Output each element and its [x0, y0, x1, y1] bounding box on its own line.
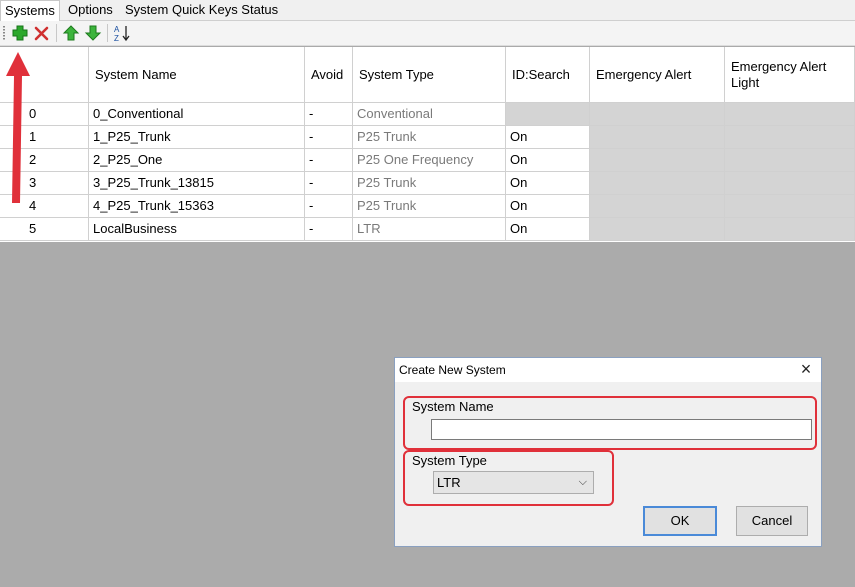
create-new-system-dialog: Create New System × System Name System T… [394, 357, 822, 547]
row-emergency-alert-light[interactable] [725, 218, 855, 241]
row-avoid[interactable]: - [305, 195, 353, 218]
system-type-label: System Type [412, 453, 487, 468]
dialog-title: Create New System [399, 363, 506, 377]
row-id-search[interactable]: On [506, 172, 590, 195]
row-id-search[interactable]: On [506, 195, 590, 218]
svg-text:Z: Z [114, 34, 119, 42]
row-system-type[interactable]: P25 Trunk [353, 195, 506, 218]
row-avoid[interactable]: - [305, 149, 353, 172]
toolbar-separator [107, 24, 108, 42]
row-system-name[interactable]: 0_Conventional [89, 103, 305, 126]
row-system-name[interactable]: 3_P25_Trunk_13815 [89, 172, 305, 195]
column-header-id-search[interactable]: ID:Search [506, 47, 590, 103]
row-system-type[interactable]: P25 One Frequency [353, 149, 506, 172]
row-emergency-alert[interactable] [590, 172, 725, 195]
row-emergency-alert-light[interactable] [725, 172, 855, 195]
row-id-search[interactable]: On [506, 218, 590, 241]
row-system-name[interactable]: 1_P25_Trunk [89, 126, 305, 149]
system-type-value: LTR [437, 475, 461, 490]
annotation-arrow [6, 52, 30, 203]
row-emergency-alert[interactable] [590, 195, 725, 218]
tab-system-quick-keys-status[interactable]: System Quick Keys Status [121, 0, 282, 19]
row-emergency-alert-light[interactable] [725, 103, 855, 126]
close-icon[interactable]: × [797, 360, 815, 378]
system-name-input[interactable] [431, 419, 812, 440]
move-down-icon[interactable] [84, 24, 102, 42]
row-avoid[interactable]: - [305, 103, 353, 126]
row-id-search[interactable]: On [506, 149, 590, 172]
row-emergency-alert[interactable] [590, 149, 725, 172]
column-header-system-type[interactable]: System Type [353, 47, 506, 103]
tab-options[interactable]: Options [64, 0, 117, 19]
row-avoid[interactable]: - [305, 172, 353, 195]
row-system-name[interactable]: 2_P25_One [89, 149, 305, 172]
row-system-name[interactable]: LocalBusiness [89, 218, 305, 241]
toolbar: A Z [0, 21, 855, 46]
row-emergency-alert[interactable] [590, 126, 725, 149]
systems-table: System Name Avoid System Type ID:Search … [0, 46, 855, 242]
column-header-emergency-alert-light[interactable]: Emergency Alert Light [725, 47, 855, 103]
row-emergency-alert[interactable] [590, 103, 725, 126]
row-id-search[interactable]: On [506, 126, 590, 149]
column-header-emergency-alert[interactable]: Emergency Alert [590, 47, 725, 103]
row-system-type[interactable]: P25 Trunk [353, 172, 506, 195]
svg-text:A: A [114, 25, 120, 34]
row-system-type[interactable]: P25 Trunk [353, 126, 506, 149]
sort-az-icon[interactable]: A Z [113, 24, 131, 43]
row-system-type[interactable]: Conventional [353, 103, 506, 126]
system-name-label: System Name [412, 399, 494, 414]
column-header-avoid[interactable]: Avoid [305, 47, 353, 103]
system-type-select[interactable]: LTR ⌵ [433, 471, 594, 494]
column-header-system-name[interactable]: System Name [89, 47, 305, 103]
row-index[interactable]: 5 [0, 218, 89, 241]
row-emergency-alert-light[interactable] [725, 149, 855, 172]
chevron-down-icon: ⌵ [578, 476, 587, 488]
row-avoid[interactable]: - [305, 126, 353, 149]
row-emergency-alert[interactable] [590, 218, 725, 241]
row-system-name[interactable]: 4_P25_Trunk_15363 [89, 195, 305, 218]
tab-bar: Systems Options System Quick Keys Status [0, 0, 855, 21]
row-id-search[interactable] [506, 103, 590, 126]
row-system-type[interactable]: LTR [353, 218, 506, 241]
move-up-icon[interactable] [62, 24, 80, 42]
row-emergency-alert-light[interactable] [725, 195, 855, 218]
ok-button[interactable]: OK [643, 506, 717, 536]
cancel-button[interactable]: Cancel [736, 506, 808, 536]
row-avoid[interactable]: - [305, 218, 353, 241]
dialog-title-bar: Create New System × [395, 358, 821, 382]
row-emergency-alert-light[interactable] [725, 126, 855, 149]
